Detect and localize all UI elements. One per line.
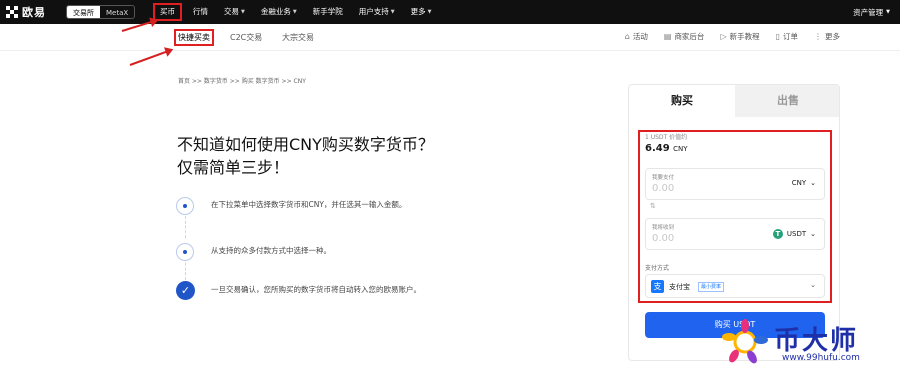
title-line: 仅需简单三步！ (177, 158, 290, 177)
tab-c2c-trade[interactable]: C2C交易 (230, 32, 262, 43)
chevron-down-icon: ▼ (292, 9, 297, 15)
okx-logo[interactable]: 欧易 (6, 4, 46, 20)
tab-sell[interactable]: 出售 (735, 85, 839, 117)
nav-label: 行情 (193, 7, 208, 16)
assets-label: 资产管理 (853, 7, 884, 17)
activity-link[interactable]: ⌂ 活动 (625, 31, 648, 42)
merchant-icon: ▤ (663, 32, 672, 41)
currency-label: USDT (786, 230, 807, 238)
steps-list: 在下拉菜单中选择数字货币和CNY，并任选其一输入金额。 从支持的众多付款方式中选… (176, 195, 476, 333)
logo-mark-icon (6, 6, 18, 18)
chevron-down-icon: ▼ (427, 9, 432, 15)
step-text: 从支持的众多付款方式中选择一种。 (211, 246, 331, 255)
chevron-down-icon: ⌄ (810, 281, 816, 289)
top-navigation-bar: 欧易 交易所 MetaX 买币 行情 交易 ▼ 金融业务 ▼ 新手学院 用户支持 ▼ … (0, 0, 900, 24)
link-label: 更多 (825, 32, 840, 41)
trade-tabs: 购买 出售 (629, 85, 839, 117)
step-item: 从支持的众多付款方式中选择一种。 (176, 241, 476, 287)
link-label: 商家后台 (674, 32, 705, 41)
more-icon: ⋮ (814, 32, 822, 41)
min-fee-badge: 最小费率 (698, 282, 725, 292)
main-nav: 买币 行情 交易 ▼ 金融业务 ▼ 新手学院 用户支持 ▼ 更多 ▼ (150, 0, 439, 24)
tab-block-trade[interactable]: 大宗交易 (282, 32, 314, 43)
nav-academy[interactable]: 新手学院 (305, 0, 351, 24)
tab-express-trade[interactable]: 快捷买卖 (174, 29, 214, 46)
order-icon: ▯ (775, 32, 780, 41)
check-icon: ✓ (176, 281, 195, 300)
receive-amount-field[interactable]: 我将收到 0.00 T USDT ⌄ (645, 218, 825, 250)
payment-method-select[interactable]: 支 支付宝 最小费率 ⌄ (645, 274, 825, 298)
nav-label: 用户支持 (358, 7, 389, 16)
watermark-title: 币大师 (774, 326, 859, 356)
merchant-link[interactable]: ▤ 商家后台 (664, 31, 705, 42)
platform-switch[interactable]: 交易所 MetaX (66, 5, 136, 19)
nav-trade[interactable]: 交易 ▼ (216, 0, 253, 24)
usdt-icon: T (772, 229, 783, 239)
title-line: 不知道如何使用CNY购买数字货币？ (177, 135, 434, 154)
price-value: 6.49 (645, 143, 670, 154)
switch-exchange[interactable]: 交易所 (67, 6, 100, 18)
price-label: 1 USDT 价值约 (645, 134, 688, 141)
watermark-logo-icon (722, 319, 768, 364)
pay-amount-field[interactable]: 我要支付 0.00 CNY ⌄ (645, 168, 825, 200)
assets-menu[interactable]: 资产管理 ▼ (853, 0, 890, 24)
chevron-down-icon: ▼ (241, 9, 245, 15)
nav-support[interactable]: 用户支持 ▼ (351, 0, 403, 24)
field-label: 我要支付 (652, 175, 675, 181)
video-icon: ▷ (720, 32, 727, 41)
sub-nav-tools: ⌂ 活动 ▤ 商家后台 ▷ 新手教程 ▯ 订单 ⋮ 更多 (625, 31, 840, 42)
currency-label: CNY (791, 179, 807, 187)
nav-label: 金融业务 (260, 7, 291, 16)
watermark: 币大师 www.99hufu.com (722, 317, 900, 367)
swap-icon[interactable]: ⇅ (650, 202, 656, 210)
nav-more[interactable]: 更多 ▼ (403, 0, 440, 24)
tutorial-link[interactable]: ▷ 新手教程 (720, 31, 759, 42)
watermark-url: www.99hufu.com (782, 353, 860, 363)
nav-markets[interactable]: 行情 (185, 0, 216, 24)
step-dot-icon (176, 197, 194, 215)
pay-currency-select[interactable]: CNY ⌄ (792, 179, 816, 187)
chevron-down-icon: ⌄ (810, 179, 816, 187)
step-item: 在下拉菜单中选择数字货币和CNY，并任选其一输入金额。 (176, 195, 476, 241)
annotation-arrow (129, 49, 172, 66)
link-label: 活动 (632, 32, 648, 41)
link-label: 新手教程 (729, 32, 760, 41)
alipay-icon: 支 (651, 280, 664, 293)
chevron-down-icon: ▼ (390, 9, 395, 15)
chevron-down-icon: ⌄ (810, 230, 816, 238)
nav-finance[interactable]: 金融业务 ▼ (253, 0, 305, 24)
more-link[interactable]: ⋮ 更多 (814, 31, 840, 42)
chevron-down-icon: ▼ (886, 9, 890, 15)
nav-label: 更多 (410, 7, 426, 16)
link-label: 订单 (783, 32, 798, 41)
gift-icon: ⌂ (624, 32, 630, 41)
price-display: 6.49 CNY (645, 143, 688, 154)
receive-currency-select[interactable]: T USDT ⌄ (772, 229, 816, 239)
receive-amount-input[interactable]: 0.00 (652, 233, 674, 244)
price-unit: CNY (673, 145, 688, 153)
pay-amount-input[interactable]: 0.00 (652, 183, 674, 194)
payment-method-name: 支付宝 (669, 283, 690, 291)
payment-method-label: 支付方式 (645, 265, 670, 272)
step-dot-icon (176, 243, 194, 261)
step-item: 一旦交易确认，您所购买的数字货币将自动转入您的欧易账户。 (176, 285, 476, 333)
tab-buy[interactable]: 购买 (629, 85, 735, 117)
logo-text: 欧易 (22, 6, 46, 19)
page-title: 不知道如何使用CNY购买数字货币？ 仅需简单三步！ (177, 133, 477, 179)
switch-metax[interactable]: MetaX (100, 6, 134, 18)
nav-label: 买币 (160, 7, 175, 16)
step-text: 一旦交易确认，您所购买的数字货币将自动转入您的欧易账户。 (211, 285, 421, 294)
nav-label: 交易 (224, 7, 239, 16)
orders-link[interactable]: ▯ 订单 (776, 31, 798, 42)
field-label: 我将收到 (652, 225, 675, 231)
breadcrumb: 首页 >> 数字货币 >> 购买 数字货币 >> CNY (178, 78, 306, 85)
step-text: 在下拉菜单中选择数字货币和CNY，并任选其一输入金额。 (211, 200, 407, 209)
nav-label: 新手学院 (312, 7, 343, 16)
